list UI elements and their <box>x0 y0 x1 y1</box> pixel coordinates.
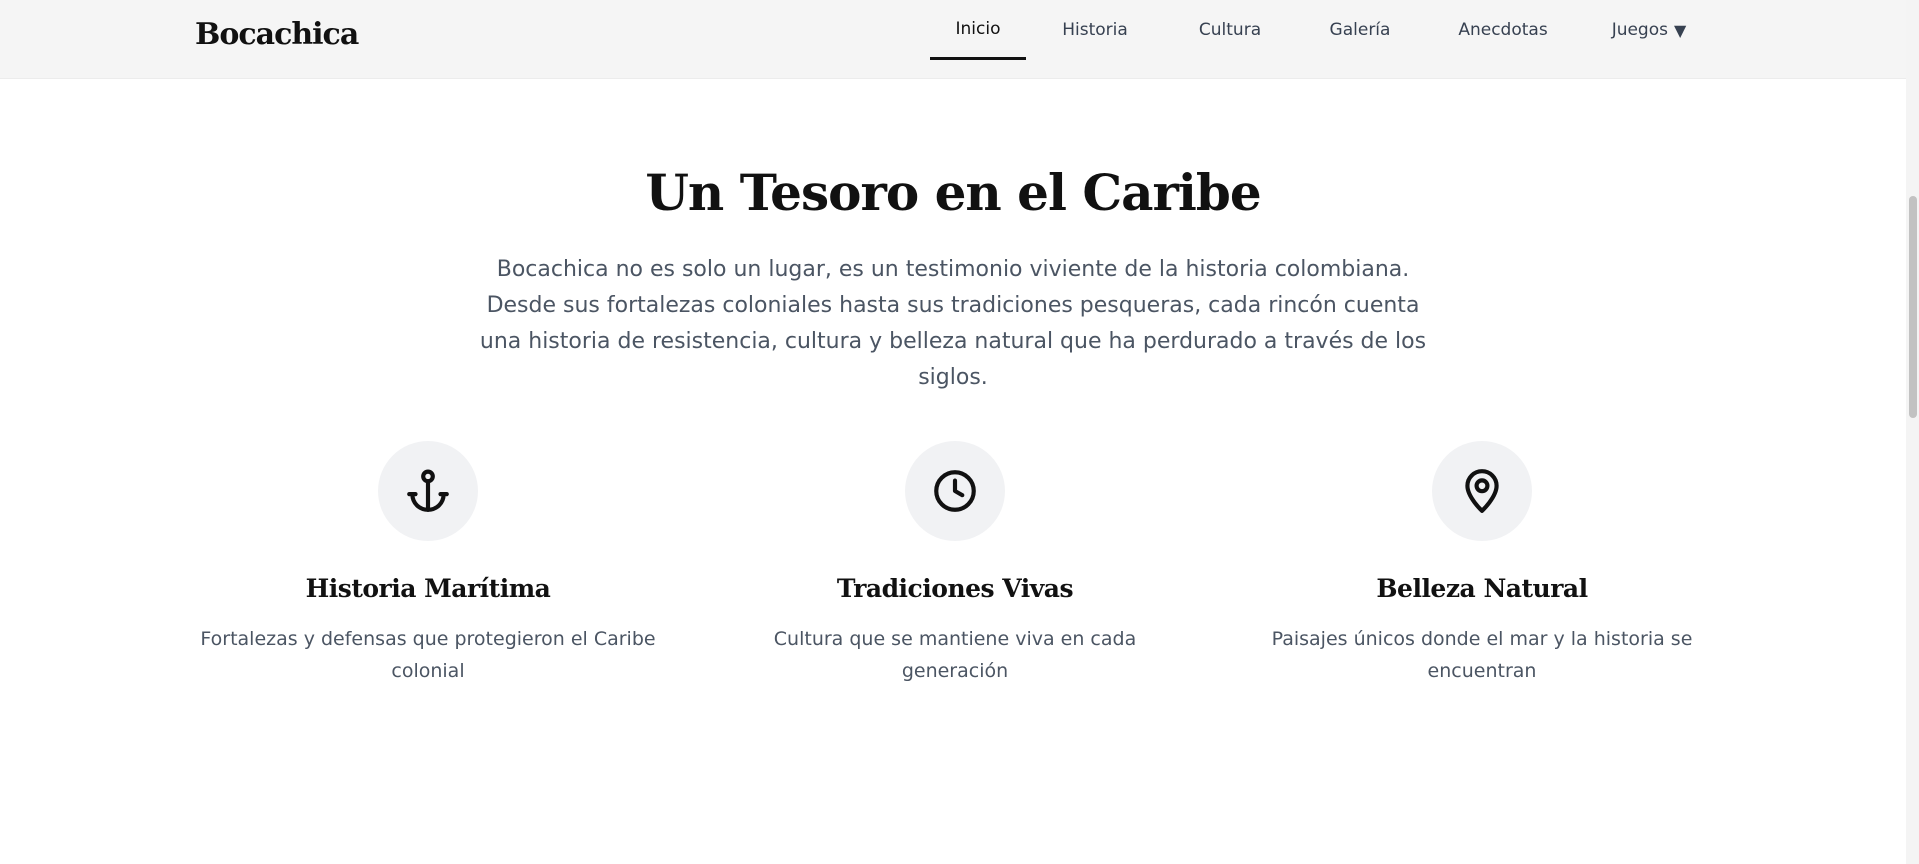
nav-link-anecdotas[interactable]: Anecdotas <box>1424 0 1582 60</box>
nav-link-label: Cultura <box>1198 20 1262 40</box>
map-pin-icon <box>1432 441 1532 541</box>
nav-link-label: Inicio <box>955 18 1001 39</box>
feature-title: Tradiciones Vivas <box>836 574 1074 603</box>
clock-icon <box>905 441 1005 541</box>
dropdown-arrow-icon: ▼ <box>1673 20 1687 40</box>
feature-card-belleza-natural: Belleza Natural Paisajes únicos donde el… <box>1242 441 1722 687</box>
site-logo[interactable]: Bocachica <box>195 17 359 52</box>
nav-link-label: Anecdotas <box>1458 20 1548 40</box>
top-navbar: Bocachica Inicio Historia Cultura Galerí… <box>0 0 1906 79</box>
nav-link-historia[interactable]: Historia <box>1026 0 1164 60</box>
feature-title: Belleza Natural <box>1376 574 1588 603</box>
page-scrollbar[interactable] <box>1906 0 1919 864</box>
feature-card-historia-maritima: Historia Marítima Fortalezas y defensas … <box>188 441 668 687</box>
feature-description: Paisajes únicos donde el mar y la histor… <box>1271 628 1693 682</box>
anchor-icon <box>378 441 478 541</box>
feature-description: Cultura que se mantiene viva en cada gen… <box>773 628 1137 682</box>
nav-link-juegos-dropdown[interactable]: Juegos ▼ <box>1582 0 1716 60</box>
nav-link-label: Juegos <box>1611 20 1668 40</box>
nav-link-inicio[interactable]: Inicio <box>930 0 1026 60</box>
nav-link-label: Historia <box>1062 20 1128 40</box>
nav-link-label: Galería <box>1329 20 1391 40</box>
section-title: Un Tesoro en el Caribe <box>645 163 1261 222</box>
scrollbar-thumb[interactable] <box>1909 196 1917 418</box>
nav-link-galeria[interactable]: Galería <box>1296 0 1424 60</box>
section-description: Bocachica no es solo un lugar, es un tes… <box>479 257 1427 390</box>
feature-description: Fortalezas y defensas que protegieron el… <box>200 628 656 682</box>
nav-links: Inicio Historia Cultura Galería Anecdota… <box>930 0 1716 78</box>
feature-card-tradiciones-vivas: Tradiciones Vivas Cultura que se mantien… <box>715 441 1195 687</box>
feature-title: Historia Marítima <box>305 574 551 603</box>
nav-link-cultura[interactable]: Cultura <box>1164 0 1296 60</box>
